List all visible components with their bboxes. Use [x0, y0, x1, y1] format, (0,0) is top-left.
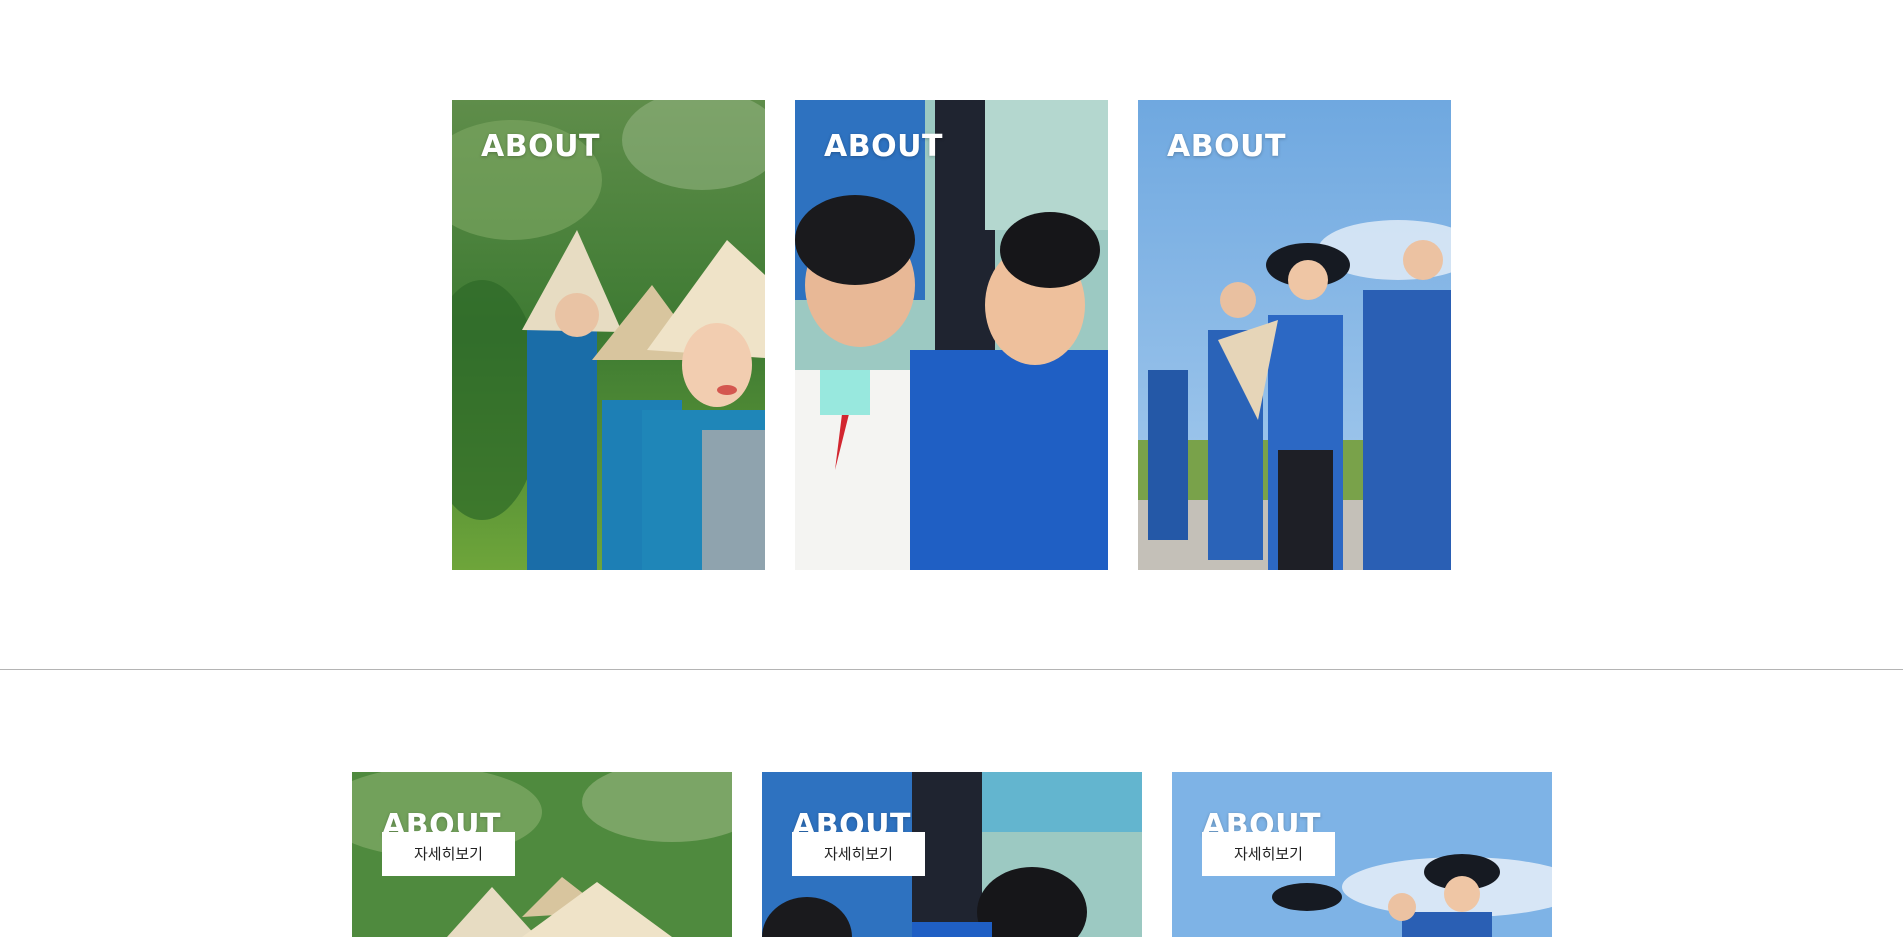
view-details-button[interactable]: 자세히보기: [1202, 832, 1335, 876]
view-details-button[interactable]: 자세히보기: [792, 832, 925, 876]
photo-student-and-volunteer: [795, 100, 1108, 570]
about-card-3[interactable]: ABOUT: [1138, 100, 1451, 570]
about-card-detail-3[interactable]: ABOUT 자세히보기: [1172, 772, 1552, 937]
card-title: ABOUT: [824, 129, 943, 164]
card-title: ABOUT: [1167, 129, 1286, 164]
section-divider: [0, 669, 1903, 670]
photo-volunteer-group-walking: [1138, 100, 1451, 570]
view-details-button[interactable]: 자세히보기: [382, 832, 515, 876]
page: ABOUT ABOUT ABOUT ABOUT 자세히보기 ABOUT 자세히보…: [0, 0, 1903, 937]
about-card-detail-1[interactable]: ABOUT 자세히보기: [352, 772, 732, 937]
about-card-1[interactable]: ABOUT: [452, 100, 765, 570]
photo-volunteers-conical-hats: [452, 100, 765, 570]
about-card-2[interactable]: ABOUT: [795, 100, 1108, 570]
about-card-detail-2[interactable]: ABOUT 자세히보기: [762, 772, 1142, 937]
card-title: ABOUT: [481, 129, 600, 164]
